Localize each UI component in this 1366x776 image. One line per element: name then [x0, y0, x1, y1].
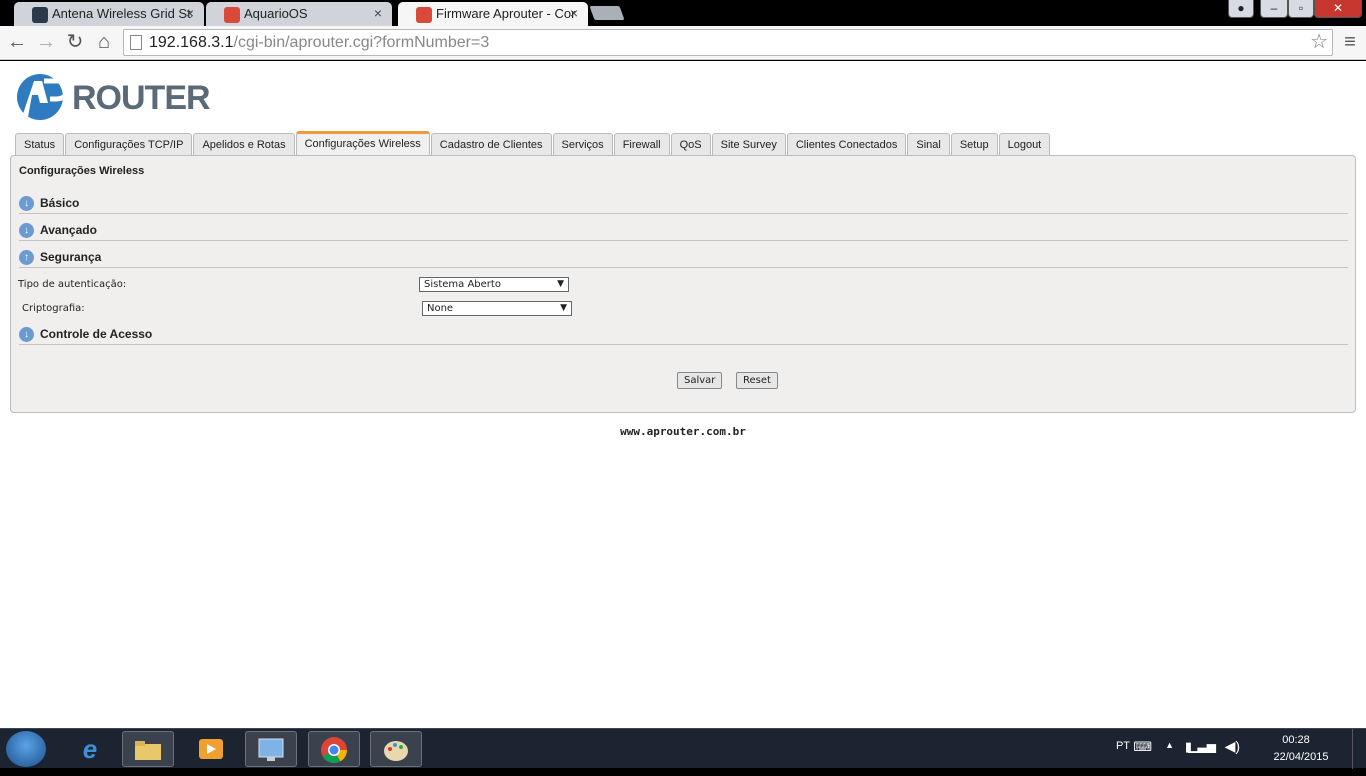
tab-close-icon[interactable]: ×: [570, 5, 578, 21]
start-button[interactable]: [6, 731, 46, 767]
browser-tab-antena[interactable]: Antena Wireless Grid Stati ×: [14, 2, 204, 26]
expand-down-icon[interactable]: ↓: [19, 327, 34, 342]
volume-icon[interactable]: ◀): [1225, 738, 1240, 755]
aprouter-logo: ROUTER: [12, 73, 211, 125]
tab-cadastro-clientes[interactable]: Cadastro de Clientes: [430, 133, 552, 155]
crypto-label: Criptografia:: [22, 303, 85, 314]
tab-clientes-conectados[interactable]: Clientes Conectados: [786, 133, 907, 155]
page-icon: [130, 35, 142, 50]
collapse-up-icon[interactable]: ↑: [19, 250, 34, 265]
tab-favicon-icon: [416, 7, 432, 23]
browser-tab-title: Firmware Aprouter - Conf: [436, 6, 576, 21]
reload-icon[interactable]: ↻: [63, 30, 87, 54]
wireless-settings-panel: Configurações Wireless ↓ Básico ↓ Avança…: [10, 155, 1356, 413]
dropdown-arrow-icon: ▼: [557, 279, 564, 289]
auth-type-label: Tipo de autenticação:: [18, 279, 127, 290]
router-nav-tabs: Status Configurações TCP/IP Apelidos e R…: [15, 131, 1051, 155]
show-hidden-icons-icon[interactable]: ▲: [1165, 740, 1174, 750]
tab-servicos[interactable]: Serviços: [552, 133, 613, 155]
tab-site-survey[interactable]: Site Survey: [711, 133, 786, 155]
tab-tcpip[interactable]: Configurações TCP/IP: [65, 133, 193, 155]
file-explorer-icon[interactable]: [122, 731, 174, 767]
clock-date[interactable]: 22/04/2015: [1266, 751, 1336, 763]
address-bar[interactable]: 192.168.3.1/cgi-bin/aprouter.cgi?formNum…: [123, 29, 1333, 56]
section-seguranca[interactable]: ↑ Segurança: [19, 249, 1348, 268]
section-label[interactable]: Controle de Acesso: [40, 327, 152, 341]
clock-time[interactable]: 00:28: [1266, 734, 1326, 746]
section-avancado[interactable]: ↓ Avançado: [19, 222, 1348, 241]
media-player-icon[interactable]: [185, 731, 237, 767]
logo-mark-icon: [17, 74, 70, 120]
tab-status[interactable]: Status: [15, 133, 65, 155]
auth-type-value: Sistema Aberto: [424, 279, 501, 290]
browser-tab-title: AquarioOS: [244, 6, 308, 21]
browser-tab-aquarioos[interactable]: AquarioOS ×: [206, 2, 392, 26]
tab-apelidos-rotas[interactable]: Apelidos e Rotas: [193, 133, 295, 155]
section-label[interactable]: Segurança: [40, 250, 101, 264]
section-controle-acesso[interactable]: ↓ Controle de Acesso: [19, 326, 1348, 345]
chrome-icon[interactable]: [308, 731, 360, 767]
chrome-menu-icon[interactable]: ≡: [1338, 30, 1362, 54]
forward-icon[interactable]: →: [34, 30, 58, 54]
logo-text: ROUTER: [72, 79, 211, 117]
tab-qos[interactable]: QoS: [670, 133, 711, 155]
crypto-select[interactable]: None ▼: [422, 301, 572, 316]
section-basico[interactable]: ↓ Básico: [19, 195, 1348, 214]
tab-close-icon[interactable]: ×: [374, 5, 382, 21]
url-path: /cgi-bin/aprouter.cgi?formNumber=3: [233, 34, 490, 51]
web-page: ROUTER Status Configurações TCP/IP Apeli…: [0, 61, 1366, 728]
home-icon[interactable]: ⌂: [92, 30, 116, 54]
dropdown-arrow-icon: ▼: [560, 303, 567, 313]
new-tab-button[interactable]: [589, 6, 625, 20]
browser-tab-firmware[interactable]: Firmware Aprouter - Conf ×: [398, 2, 588, 26]
expand-down-icon[interactable]: ↓: [19, 196, 34, 211]
tab-close-icon[interactable]: ×: [186, 5, 194, 21]
browser-toolbar: ← → ↻ ⌂ 192.168.3.1/cgi-bin/aprouter.cgi…: [0, 26, 1366, 60]
show-desktop-button[interactable]: [1352, 729, 1366, 769]
panel-title: Configurações Wireless: [19, 165, 145, 177]
close-window-button[interactable]: ✕: [1314, 0, 1362, 18]
tab-favicon-icon: [32, 7, 48, 23]
browser-tab-title: Antena Wireless Grid Stati: [52, 6, 192, 21]
tab-wireless[interactable]: Configurações Wireless: [295, 131, 430, 155]
back-icon[interactable]: ←: [5, 30, 29, 54]
section-label[interactable]: Básico: [40, 196, 79, 210]
url-host: 192.168.3.1: [149, 34, 234, 51]
keyboard-icon[interactable]: ⌨: [1133, 739, 1152, 755]
tab-logout[interactable]: Logout: [998, 133, 1051, 155]
internet-explorer-icon[interactable]: e: [64, 731, 116, 767]
tab-sinal[interactable]: Sinal: [907, 133, 950, 155]
tab-firewall[interactable]: Firewall: [613, 133, 670, 155]
crypto-value: None: [427, 303, 454, 314]
reset-button[interactable]: Reset: [736, 372, 778, 389]
user-icon[interactable]: ●: [1228, 0, 1254, 18]
language-indicator[interactable]: PT: [1116, 740, 1130, 752]
section-label[interactable]: Avançado: [40, 223, 97, 237]
footer-link[interactable]: www.aprouter.com.br: [0, 425, 1366, 438]
minimize-button[interactable]: –: [1260, 0, 1288, 18]
control-panel-icon[interactable]: [245, 731, 297, 767]
taskbar: e PT ⌨ ▲ ▮ ▁▃▅ ◀) 00:28 22/04/2015: [0, 728, 1366, 769]
signal-icon[interactable]: ▁▃▅: [1188, 739, 1216, 753]
save-button[interactable]: Salvar: [677, 372, 723, 389]
browser-tab-strip: Antena Wireless Grid Stati × AquarioOS ×…: [0, 0, 1366, 26]
paint-icon[interactable]: [370, 731, 422, 767]
tab-favicon-icon: [224, 7, 240, 23]
tab-setup[interactable]: Setup: [950, 133, 998, 155]
expand-down-icon[interactable]: ↓: [19, 223, 34, 238]
maximize-button[interactable]: ▫: [1288, 0, 1314, 18]
bookmark-star-icon[interactable]: ☆: [1310, 30, 1328, 55]
auth-type-select[interactable]: Sistema Aberto ▼: [419, 277, 569, 292]
